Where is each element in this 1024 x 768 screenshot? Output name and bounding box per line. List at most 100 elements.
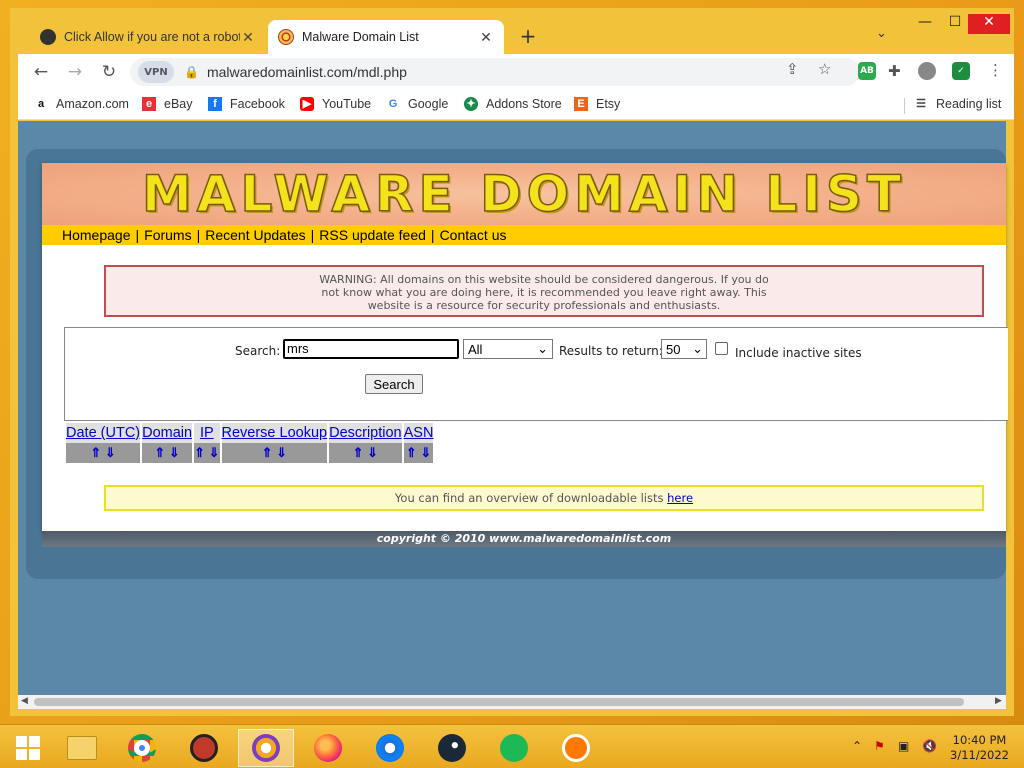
thunderbird-taskbar[interactable] [362, 729, 418, 767]
shield-check-icon[interactable]: ✓ [952, 62, 970, 80]
tab-malware-domain-list[interactable]: Malware Domain List ✕ [268, 20, 504, 54]
chrome-icon [128, 734, 156, 762]
sort-arrows[interactable]: ⇑ ⇓ [194, 443, 220, 463]
clock-date: 3/11/2022 [950, 748, 1009, 762]
col-date[interactable]: Date (UTC) [66, 423, 141, 443]
url-text[interactable]: malwaredomainlist.com/mdl.php [207, 64, 407, 80]
include-inactive-checkbox[interactable] [715, 342, 728, 355]
sort-arrows[interactable]: ⇑ ⇓ [403, 443, 434, 463]
share-icon[interactable]: ⇪ [786, 60, 799, 78]
col-asn[interactable]: ASN [403, 423, 434, 443]
window-close-button[interactable]: ✕ [968, 14, 1010, 34]
chevron-down-icon[interactable]: ⌄ [876, 26, 887, 41]
tab-bar: Click Allow if you are not a robot ✕ Mal… [10, 8, 1014, 54]
sort-arrows[interactable]: ⇑ ⇓ [66, 443, 141, 463]
chevron-up-icon[interactable]: ⌃ [852, 739, 862, 753]
sort-row: ⇑ ⇓ ⇑ ⇓ ⇑ ⇓ ⇑ ⇓ ⇑ ⇓ ⇑ ⇓ [66, 443, 434, 463]
reading-list-label: Reading list [936, 97, 1002, 111]
adblock-extension-icon[interactable]: AB [858, 62, 876, 80]
col-ip[interactable]: IP [194, 423, 220, 443]
bookmarks-bar: a Amazon.com e eBay f Facebook ▶ YouTube… [18, 90, 1014, 120]
sort-arrows[interactable]: ⇑ ⇓ [221, 443, 328, 463]
bookmark-label: eBay [164, 97, 193, 111]
clock-time: 10:40 PM [952, 733, 1007, 747]
maximize-button[interactable]: ☐ [940, 14, 970, 34]
nav-separator: | [310, 227, 315, 243]
nav-recent-updates[interactable]: Recent Updates [205, 227, 305, 243]
nav-rss-feed[interactable]: RSS update feed [319, 227, 426, 243]
site-nav: Homepage | Forums | Recent Updates | RSS up… [42, 225, 1006, 245]
network-icon[interactable]: ▣ [898, 739, 909, 753]
table-header-row: Date (UTC) Domain IP Reverse Lookup Desc… [66, 423, 434, 443]
nav-forums[interactable]: Forums [144, 227, 191, 243]
google-icon: G [388, 98, 398, 110]
warning-text: WARNING: All domains on this website sho… [319, 273, 769, 312]
flag-alert-icon[interactable]: ⚑ [874, 739, 885, 753]
file-explorer-taskbar[interactable] [54, 729, 110, 767]
download-lists-link[interactable]: here [667, 491, 693, 505]
tab-close-icon[interactable]: ✕ [240, 29, 256, 46]
bookmark-youtube[interactable]: ▶ YouTube [300, 97, 371, 111]
bookmark-facebook[interactable]: f Facebook [208, 97, 285, 111]
browser-window: Click Allow if you are not a robot ✕ Mal… [10, 8, 1014, 716]
tab-title: Malware Domain List [302, 30, 419, 44]
results-table: Date (UTC) Domain IP Reverse Lookup Desc… [64, 423, 435, 463]
bookmark-label: Addons Store [486, 97, 562, 111]
scroll-thumb[interactable] [34, 698, 964, 706]
extensions-puzzle-icon[interactable]: ✚ [888, 62, 901, 80]
scroll-right-icon[interactable]: ▶ [995, 696, 1002, 706]
profile-avatar-icon[interactable] [918, 62, 936, 80]
bookmark-amazon[interactable]: a Amazon.com [34, 97, 129, 111]
bookmark-label: Facebook [230, 97, 285, 111]
browser-active-taskbar[interactable] [238, 729, 294, 767]
filter-select[interactable]: All ⌄ [463, 339, 553, 359]
avast-taskbar[interactable] [548, 729, 604, 767]
bookmark-star-icon[interactable]: ☆ [818, 60, 831, 78]
bookmark-ebay[interactable]: e eBay [142, 97, 193, 111]
filter-selected-value: All [468, 341, 483, 357]
bookmark-google[interactable]: G Google [386, 97, 449, 111]
col-description[interactable]: Description [329, 423, 402, 443]
nav-contact-us[interactable]: Contact us [440, 227, 507, 243]
security-app-taskbar[interactable] [176, 729, 232, 767]
nav-separator: | [196, 227, 201, 243]
results-count-select[interactable]: 50 ⌄ [661, 339, 707, 359]
globe-icon [40, 29, 56, 45]
scroll-left-icon[interactable]: ◀ [21, 696, 28, 706]
site-favicon-icon [278, 29, 294, 45]
tab-click-allow[interactable]: Click Allow if you are not a robot ✕ [30, 20, 266, 54]
menu-kebab-icon[interactable]: ⋮ [988, 61, 1003, 79]
sort-arrows[interactable]: ⇑ ⇓ [142, 443, 193, 463]
reading-list-button[interactable]: ☰ Reading list [914, 97, 1001, 111]
steam-taskbar[interactable] [424, 729, 480, 767]
lock-icon[interactable]: 🔒 [184, 65, 199, 79]
chevron-down-icon: ⌄ [537, 341, 548, 356]
volume-muted-icon[interactable]: 🔇 [922, 739, 937, 753]
bookmark-label: Google [408, 97, 449, 111]
results-label: Results to return: [559, 344, 663, 358]
new-tab-icon[interactable]: + [516, 24, 540, 48]
search-input[interactable]: mrs [283, 339, 459, 359]
back-arrow-icon[interactable]: ← [30, 62, 52, 82]
address-bar[interactable]: VPN 🔒 malwaredomainlist.com/mdl.php [130, 58, 860, 86]
nav-homepage[interactable]: Homepage [62, 227, 131, 243]
firefox-taskbar[interactable] [300, 729, 356, 767]
spotify-taskbar[interactable] [486, 729, 542, 767]
forward-arrow-icon[interactable]: → [64, 62, 86, 82]
start-button[interactable] [0, 729, 56, 767]
sort-arrows[interactable]: ⇑ ⇓ [329, 443, 402, 463]
tab-close-icon[interactable]: ✕ [478, 29, 494, 46]
col-reverse-lookup[interactable]: Reverse Lookup [221, 423, 328, 443]
search-button[interactable]: Search [365, 374, 423, 394]
bookmark-etsy[interactable]: E Etsy [574, 97, 620, 111]
site-footer: copyright © 2010 www.malwaredomainlist.c… [42, 531, 1006, 547]
system-clock[interactable]: 10:40 PM 3/11/2022 [950, 733, 1009, 763]
browser-app-icon [252, 734, 280, 762]
reload-icon[interactable]: ↻ [98, 62, 120, 82]
col-domain[interactable]: Domain [142, 423, 193, 443]
vpn-badge[interactable]: VPN [138, 61, 174, 83]
horizontal-scrollbar[interactable]: ◀ ▶ [18, 695, 1006, 709]
minimize-button[interactable]: — [910, 14, 940, 34]
bookmark-addons-store[interactable]: ✦ Addons Store [464, 97, 562, 111]
chrome-taskbar[interactable] [114, 729, 170, 767]
